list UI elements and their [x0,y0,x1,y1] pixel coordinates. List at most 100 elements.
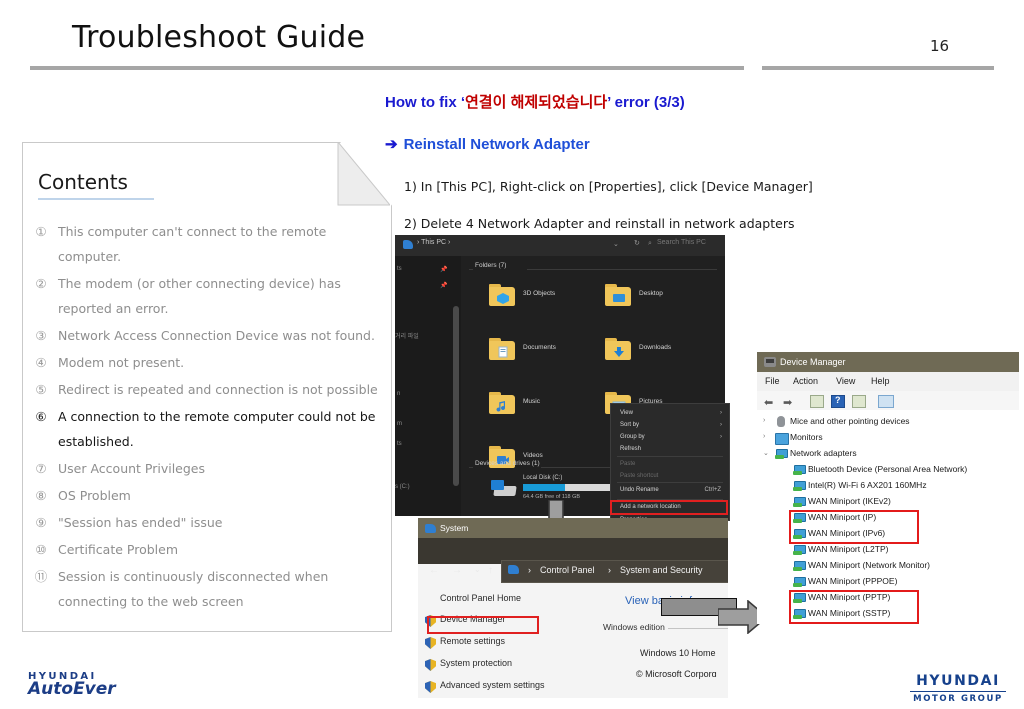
contents-item-number: ⑥ [35,409,47,424]
tree-expander-icon[interactable]: › [763,433,765,440]
menu-action[interactable]: Action [793,376,818,386]
back-button[interactable]: ← [429,565,439,576]
forward-button[interactable]: → [452,565,462,576]
header-rule-right [762,66,994,70]
toolbar-help-icon[interactable]: ? [831,395,845,408]
device-manager-menu-bar[interactable]: File Action View Help [757,372,1019,392]
refresh-icon[interactable]: ↻ [634,239,640,247]
tree-expander-icon[interactable]: › [763,417,765,424]
context-menu-item[interactable]: View [620,410,633,416]
device-manager-toolbar[interactable]: ⬅ ➡ ? [757,391,1019,411]
explorer-search-input[interactable]: Search This PC [657,239,706,246]
contents-item-label: OS Problem [58,488,131,503]
context-menu-item: Paste [620,461,636,467]
submenu-caret-icon: › [720,434,722,440]
device-tree-item[interactable]: WAN Miniport (L2TP) [808,544,888,554]
network-adapter-icon [793,497,806,507]
shield-icon-remote-settings [425,637,436,649]
context-menu-item[interactable]: Undo Rename [620,487,659,493]
contents-item: ⑨ "Session has ended" issue [24,510,384,535]
toolbar-forward-arrow-icon[interactable]: ➡ [783,396,792,409]
context-menu-separator [617,482,723,483]
contents-item: ① This computer can't connect to the remo… [24,219,384,269]
tree-expander-icon[interactable]: ⌄ [763,449,769,457]
recent-locations-button[interactable]: ⌄ [474,565,481,574]
folder-label-downloads[interactable]: Downloads [639,344,671,351]
toolbar-scan-icon[interactable] [852,395,866,408]
link-remote-settings[interactable]: Remote settings [440,636,505,646]
device-tree-item[interactable]: WAN Miniport (Network Monitor) [808,560,930,570]
shield-icon-system-protection [425,659,436,671]
toolbar-back-arrow-icon[interactable]: ⬅ [764,396,773,409]
link-system-protection[interactable]: System protection [440,658,512,668]
windows-edition-label: Windows edition [603,622,665,632]
contents-item-number: ⑨ [35,515,47,530]
context-menu-item[interactable]: Group by [620,434,645,440]
folder-label-documents[interactable]: Documents [523,344,556,351]
contents-item-number: ⑧ [35,488,47,503]
menu-view[interactable]: View [836,376,855,386]
context-menu-accelerator: Ctrl+Z [704,487,722,493]
device-tree-item[interactable]: Mice and other pointing devices [790,416,910,426]
system-address-bar[interactable]: ← → ⌄ ↑ › Control Panel › System and Sec… [418,538,728,583]
nav-item-6[interactable]: s (C:) [395,484,410,490]
explorer-address-bar[interactable]: › This PC › ⌄ ↻ ⌕ Search This PC [395,235,725,257]
system-title-bar: System [418,518,728,538]
right-arrow-icon: ➔ [385,136,398,153]
contents-item-label: User Account Privileges [58,461,206,476]
this-pc-icon [403,240,413,249]
toolbar-properties-icon[interactable] [810,395,824,408]
context-menu-item[interactable]: Sort by [620,422,639,428]
breadcrumb-control-panel[interactable]: Control Panel [540,565,595,575]
windows-copyright: © Microsoft Corporɑ [636,669,717,679]
folder-label-videos[interactable]: Videos [523,452,543,459]
menu-help[interactable]: Help [871,376,890,386]
chevron-down-icon[interactable]: ⌄ [613,240,619,248]
search-icon: ⌕ [648,240,652,247]
device-manager-title-bar: Device Manager [757,352,1019,372]
nav-item-5[interactable]: ts [397,441,402,447]
page-number: 16 [930,37,950,55]
contents-item-number: ④ [35,355,47,370]
device-tree-item[interactable]: WAN Miniport (IKEv2) [808,496,891,506]
folder-label-3d-objects[interactable]: 3D Objects [523,290,555,297]
folder-label-desktop[interactable]: Desktop [639,290,663,297]
nav-item-3[interactable]: n [397,391,400,397]
device-tree-item[interactable]: Monitors [790,432,823,442]
device-tree-item[interactable]: Intel(R) Wi-Fi 6 AX201 160MHz [808,480,927,490]
device-tree-item[interactable]: Network adapters [790,448,857,458]
menu-file[interactable]: File [765,376,780,386]
wan-miniport-highlight-box [789,590,919,624]
contents-item-label: The modem (or other connecting device) h… [58,276,341,316]
folder-icon-downloads [605,338,631,360]
nav-item-2[interactable]: 거리 파일 [395,331,419,340]
help-glyph: ? [835,395,841,405]
submenu-caret-icon: › [720,422,722,428]
context-menu-item[interactable]: Refresh [620,446,641,452]
contents-item: ③ Network Access Connection Device was no… [24,323,384,348]
contents-item-label: "Session has ended" issue [58,515,223,530]
explorer-nav-scrollbar[interactable] [453,306,459,486]
breadcrumb-system-security[interactable]: System and Security [620,565,703,575]
contents-item-number: ② [35,276,47,291]
device-tree-item[interactable]: Bluetooth Device (Personal Area Network) [808,464,967,474]
nav-item-0[interactable]: ts [397,266,402,272]
toolbar-monitor-icon[interactable] [878,395,894,408]
explorer-nav-pane[interactable]: ts 📌 📌 거리 파일 n m ts s (C:) [395,256,461,516]
submenu-caret-icon: › [720,410,722,416]
contents-item: ④ Modem not present. [24,350,384,375]
link-advanced-system-settings[interactable]: Advanced system settings [440,680,545,690]
drive-label-local-disk[interactable]: Local Disk (C:) [523,475,562,481]
device-manager-tree[interactable]: › Mice and other pointing devices › Monitor… [757,410,1019,624]
up-button[interactable]: ↑ [488,565,493,576]
contents-item: ⑤ Redirect is repeated and connection is … [24,377,384,402]
link-control-panel-home[interactable]: Control Panel Home [440,593,521,603]
pin-icon-1: 📌 [440,267,448,273]
contents-item-number: ① [35,224,47,239]
folder-label-music[interactable]: Music [523,398,540,405]
control-panel-icon [508,565,519,574]
explorer-breadcrumb[interactable]: › This PC › [417,239,450,246]
network-adapter-icon [775,449,788,459]
nav-item-4[interactable]: m [397,421,402,427]
device-tree-item[interactable]: WAN Miniport (PPPOE) [808,576,897,586]
